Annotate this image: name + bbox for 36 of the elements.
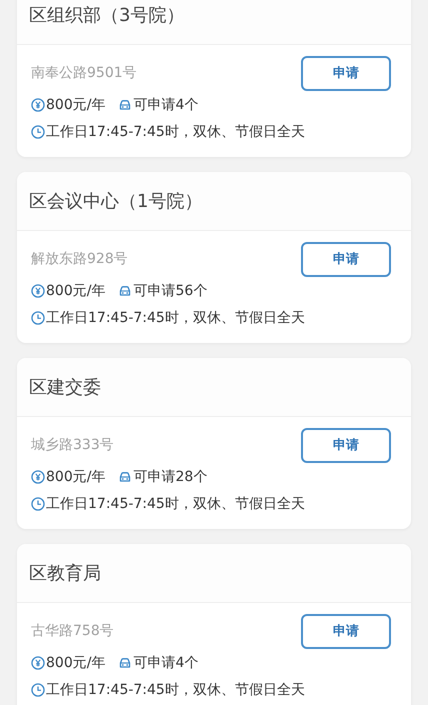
lot-name: 区建交委: [29, 376, 101, 399]
availability-text: 可申请28个: [133, 468, 208, 486]
yuan-coin-icon: [31, 656, 45, 670]
availability-text: 可申请4个: [133, 654, 198, 672]
clock-icon: [31, 124, 45, 138]
car-icon: [118, 470, 132, 484]
lot-address: 城乡路333号: [31, 436, 114, 454]
car-icon: [118, 98, 132, 112]
yuan-coin-icon: [31, 470, 45, 484]
yuan-coin-icon: [31, 284, 45, 298]
lot-address: 古华路758号: [31, 622, 114, 640]
availability-text: 可申请56个: [133, 282, 208, 300]
availability-text: 可申请4个: [133, 96, 198, 114]
clock-icon: [31, 310, 45, 324]
price-text: 800元/年: [46, 654, 106, 672]
apply-button[interactable]: 申请: [301, 428, 391, 462]
lot-name: 区会议中心（1号院）: [29, 190, 202, 213]
apply-button[interactable]: 申请: [301, 56, 391, 90]
hours-text: 工作日17:45-7:45时，双休、节假日全天: [46, 122, 305, 140]
yuan-coin-icon: [31, 98, 45, 112]
apply-button[interactable]: 申请: [301, 242, 391, 276]
hours-text: 工作日17:45-7:45时，双休、节假日全天: [46, 308, 305, 326]
price-text: 800元/年: [46, 282, 106, 300]
lot-address: 解放东路928号: [31, 250, 128, 268]
price-text: 800元/年: [46, 468, 106, 486]
car-icon: [118, 284, 132, 298]
lot-name: 区组织部（3号院）: [29, 4, 184, 27]
lot-address: 南奉公路9501号: [31, 64, 137, 82]
clock-icon: [31, 682, 45, 696]
apply-button[interactable]: 申请: [301, 614, 391, 648]
hours-text: 工作日17:45-7:45时，双休、节假日全天: [46, 494, 305, 512]
price-text: 800元/年: [46, 96, 106, 114]
hours-text: 工作日17:45-7:45时，双休、节假日全天: [46, 680, 305, 698]
car-icon: [118, 656, 132, 670]
clock-icon: [31, 496, 45, 510]
lot-name: 区教育局: [29, 562, 101, 585]
